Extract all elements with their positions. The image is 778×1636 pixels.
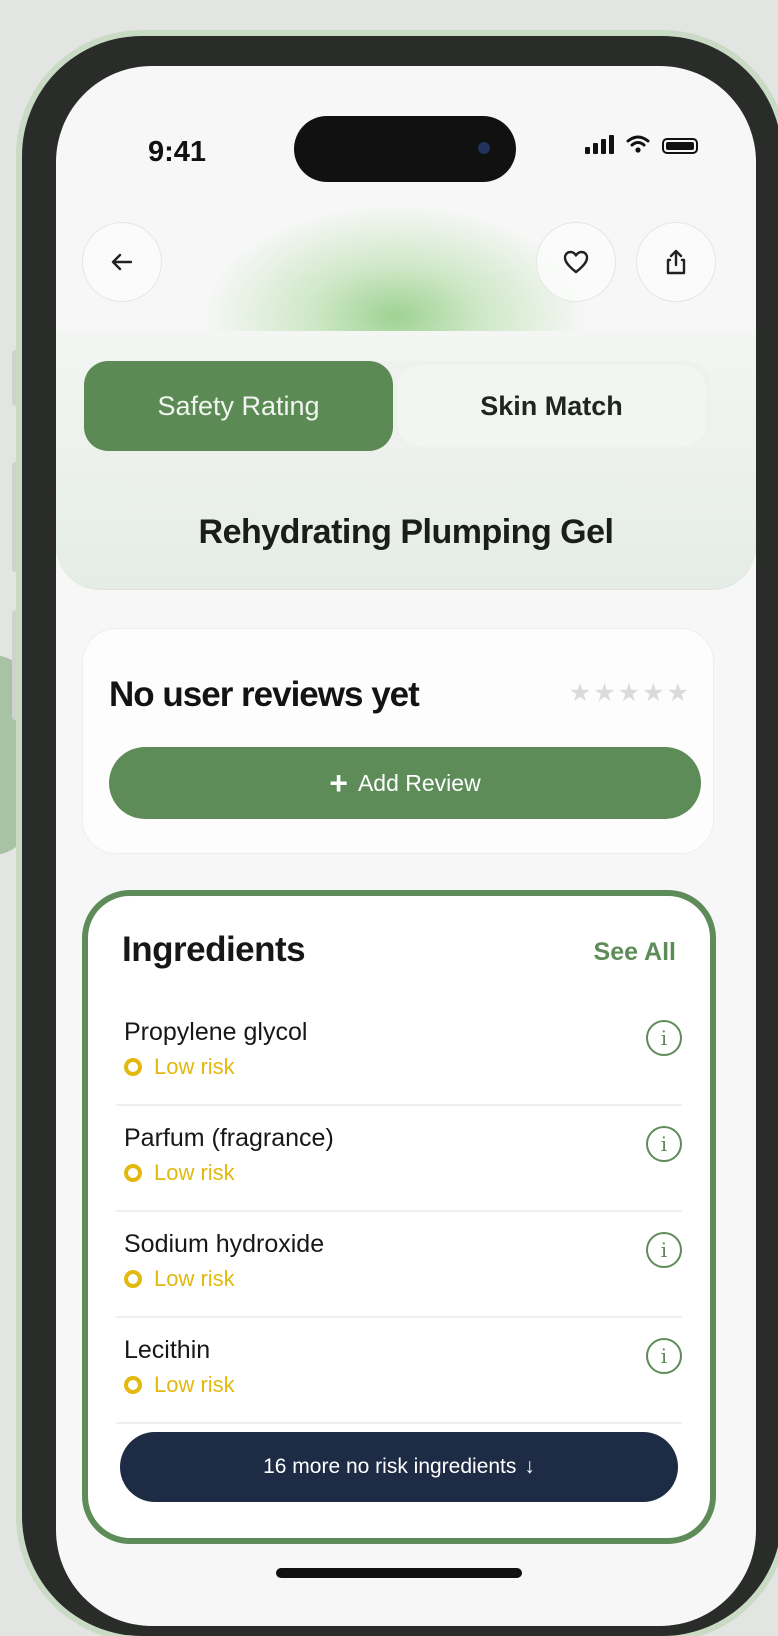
share-icon <box>666 249 686 275</box>
app-screen: 9:41 Safety Rating Skin Match Rehydratin… <box>56 66 756 1626</box>
status-icons <box>585 134 698 154</box>
risk-dot-icon <box>124 1164 142 1182</box>
ingredient-name: Parfum (fragrance) <box>124 1124 334 1152</box>
info-icon[interactable]: i <box>646 1126 682 1162</box>
ingredient-name: Propylene glycol <box>124 1018 308 1046</box>
risk-label: Low risk <box>154 1372 235 1397</box>
battery-icon <box>662 138 698 154</box>
see-all-link[interactable]: See All <box>594 938 676 967</box>
tab-skin-match[interactable]: Skin Match <box>397 365 706 447</box>
risk-dot-icon <box>124 1376 142 1394</box>
risk-label: Low risk <box>154 1054 235 1079</box>
phone-side-button <box>12 462 18 572</box>
more-ingredients-button[interactable]: 16 more no risk ingredients ↓ <box>120 1432 678 1502</box>
ingredient-name: Lecithin <box>124 1336 211 1364</box>
status-time: 9:41 <box>148 136 207 168</box>
star-icon: ★ <box>568 679 592 707</box>
dynamic-island <box>294 116 516 182</box>
favorite-button[interactable] <box>536 222 616 302</box>
risk-label: Low risk <box>154 1266 235 1291</box>
home-indicator <box>276 1568 522 1578</box>
info-icon[interactable]: i <box>646 1020 682 1056</box>
phone-frame: 9:41 Safety Rating Skin Match Rehydratin… <box>22 36 778 1636</box>
arrow-down-icon: ↓ <box>524 1455 535 1478</box>
phone-side-button <box>12 350 18 406</box>
ingredient-row: Parfum (fragrance) Low risk i <box>116 1106 682 1212</box>
risk-badge: Low risk <box>124 1372 235 1398</box>
ingredient-row: Sodium hydroxide Low risk i <box>116 1212 682 1318</box>
wifi-icon <box>626 135 650 153</box>
ingredients-list: Propylene glycol Low risk i Parfum (frag… <box>116 1000 682 1424</box>
add-review-label: Add Review <box>357 769 481 796</box>
product-header-panel: Safety Rating Skin Match Rehydrating Plu… <box>56 331 756 590</box>
ingredient-row: Propylene glycol Low risk i <box>116 1000 682 1106</box>
ingredient-name: Sodium hydroxide <box>124 1230 325 1258</box>
back-button[interactable] <box>82 222 162 302</box>
ingredients-title: Ingredients <box>122 930 306 969</box>
risk-badge: Low risk <box>124 1054 235 1080</box>
risk-label: Low risk <box>154 1160 235 1185</box>
more-ingredients-label: 16 more no risk ingredients <box>263 1455 517 1478</box>
heart-icon <box>563 250 589 274</box>
plus-icon: + <box>329 765 348 801</box>
star-icon: ★ <box>617 679 641 707</box>
reviews-title: No user reviews yet <box>109 675 420 714</box>
risk-badge: Low risk <box>124 1160 235 1186</box>
product-title: Rehydrating Plumping Gel <box>198 513 614 551</box>
risk-dot-icon <box>124 1058 142 1076</box>
ingredients-card: Ingredients See All Propylene glycol Low… <box>82 890 716 1544</box>
ingredient-row: Lecithin Low risk i <box>116 1318 682 1424</box>
phone-side-button <box>12 610 18 720</box>
star-icon: ★ <box>642 679 665 707</box>
tab-bar: Safety Rating Skin Match <box>84 361 710 451</box>
risk-badge: Low risk <box>124 1266 235 1292</box>
signal-icon <box>585 134 614 154</box>
reviews-card: No user reviews yet ★ ★ ★ ★ ★ + Add Revi… <box>82 628 714 854</box>
share-button[interactable] <box>636 222 716 302</box>
arrow-left-icon <box>111 253 133 271</box>
status-bar: 9:41 <box>56 66 756 182</box>
risk-dot-icon <box>124 1270 142 1288</box>
info-icon[interactable]: i <box>646 1232 682 1268</box>
star-icon: ★ <box>666 679 689 707</box>
rating-stars: ★ ★ ★ ★ ★ <box>569 681 689 706</box>
star-icon: ★ <box>593 679 616 707</box>
add-review-button[interactable]: + Add Review <box>109 747 701 819</box>
info-icon[interactable]: i <box>646 1338 682 1374</box>
tab-safety-rating[interactable]: Safety Rating <box>84 361 393 451</box>
